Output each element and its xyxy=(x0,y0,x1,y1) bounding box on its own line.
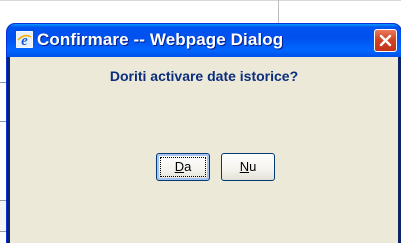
yes-button-mnemonic: D xyxy=(174,159,185,174)
no-button-label: u xyxy=(249,159,257,174)
confirm-dialog: e Confirmare -- Webpage Dialog Doriti ac… xyxy=(7,24,401,243)
ie-icon: e xyxy=(15,30,34,49)
close-button[interactable] xyxy=(374,29,397,52)
background-divider xyxy=(0,0,401,1)
dialog-titlebar[interactable]: e Confirmare -- Webpage Dialog xyxy=(7,24,401,57)
no-button[interactable]: Nu xyxy=(221,153,275,181)
yes-button-label: a xyxy=(184,159,192,174)
yes-button[interactable]: Da xyxy=(156,153,210,181)
background-field xyxy=(0,82,7,122)
dialog-message: Doriti activare date istorice? xyxy=(109,68,299,84)
background-field xyxy=(0,200,7,232)
dialog-title: Confirmare -- Webpage Dialog xyxy=(37,30,284,49)
background-column-line xyxy=(278,0,279,24)
dialog-body: Doriti activare date istorice? Da Nu xyxy=(10,57,398,243)
no-button-mnemonic: N xyxy=(239,159,250,174)
close-icon xyxy=(379,34,392,47)
